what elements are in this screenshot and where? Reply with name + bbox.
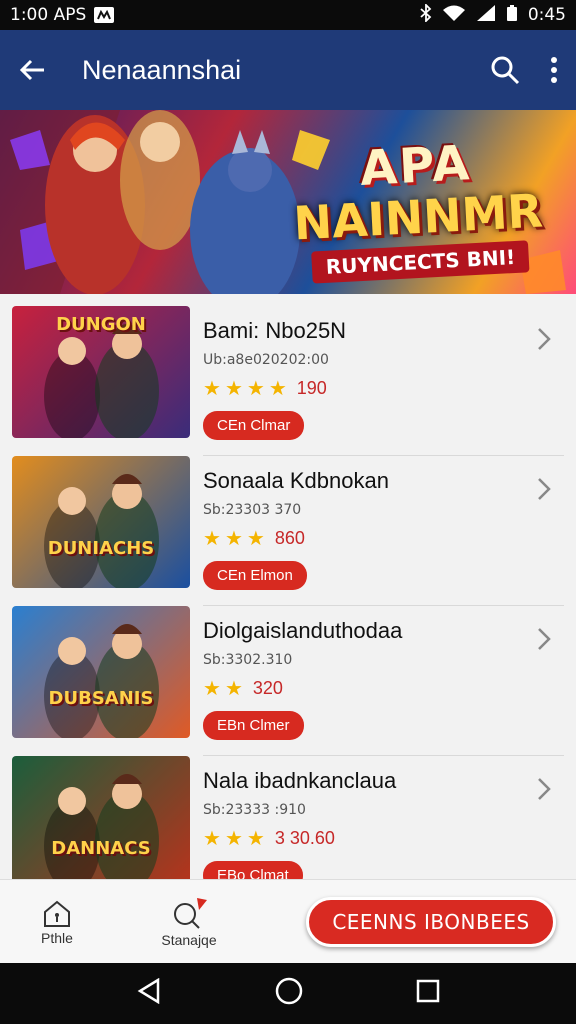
item-cta-button[interactable]: CEn Elmon [203, 561, 307, 590]
tab-profile-label: Pthle [41, 929, 73, 946]
star-filled-icon: ★ [203, 378, 221, 400]
status-time-left: 1:00 APS [10, 5, 87, 25]
more-options-icon[interactable] [550, 57, 558, 83]
game-art [44, 474, 159, 588]
star-filled-icon: ★ [246, 528, 265, 550]
chevron-right-icon[interactable] [536, 776, 552, 807]
item-subtitle: Sb:23303 370 [203, 502, 302, 518]
game-thumbnail[interactable]: DUNIACHS [12, 456, 190, 588]
item-info: Sonaala Kdbnokan Sb:23303 370 ★ ★ ★ 860 CE… [203, 456, 564, 606]
search-icon[interactable] [490, 55, 520, 85]
game-art [44, 624, 159, 738]
page-title: Nenaannshai [82, 54, 242, 85]
star-filled-icon: ★ [224, 528, 243, 550]
home-icon [44, 900, 70, 927]
system-nav-bar [0, 963, 576, 1024]
tab-search[interactable]: Stanajqe [144, 896, 234, 948]
item-info: Bami: Nbo25N Ub:a8e020202:00 ★ ★ ★ ★ 190 CE… [203, 306, 564, 456]
chevron-right-icon[interactable] [536, 476, 552, 507]
item-rating: ★ ★ 320 [203, 676, 564, 701]
back-arrow-icon[interactable] [18, 58, 46, 82]
nav-home-icon[interactable] [275, 977, 303, 1010]
app-bar: Nenaannshai [0, 30, 576, 110]
thumb-title: DUBSANIS [48, 688, 154, 709]
rating-count: 190 [296, 378, 327, 398]
tab-profile[interactable]: Pthle [20, 898, 94, 946]
game-thumbnail[interactable]: DUNGON [12, 306, 190, 438]
chevron-right-icon[interactable] [536, 326, 552, 357]
status-bar: 1:00 APS 0:45 [0, 0, 576, 30]
star-filled-icon: ★ [268, 378, 287, 400]
list-item[interactable]: DANNACS Nala ibadnkanclaua Sb:23333 :910… [0, 756, 576, 879]
status-time-right: 0:45 [527, 5, 566, 25]
item-info: Nala ibadnkanclaua Sb:23333 :910 ★ ★ ★ 3 3… [203, 756, 564, 879]
item-name: Nala ibadnkanclaua [203, 768, 397, 793]
banner-title-line2: NAINNMR [291, 183, 544, 251]
rating-count: 3 30.60 [274, 828, 335, 848]
item-info: Diolgaislanduthodaa Sb:3302.310 ★ ★ 320 E… [203, 606, 564, 756]
star-filled-icon: ★ [224, 678, 243, 700]
thumb-title: DANNACS [51, 838, 151, 859]
primary-action-button[interactable]: CEENNS IBONBEES [306, 896, 556, 947]
tab-search-label: Stanajqe [161, 931, 217, 948]
list-item[interactable]: DUNIACHS Sonaala Kdbnokan Sb:23303 370 ★… [0, 456, 576, 606]
star-filled-icon: ★ [246, 378, 265, 400]
item-name: Bami: Nbo25N [203, 318, 347, 343]
nav-back-icon[interactable] [136, 977, 162, 1009]
bottom-bar: Pthle Stanajqe CEENNS IBONBEES [0, 879, 576, 963]
item-rating: ★ ★ ★ ★ 190 [203, 376, 564, 401]
notification-icon [94, 7, 115, 23]
nav-recents-icon[interactable] [416, 979, 440, 1008]
item-rating: ★ ★ ★ 3 30.60 [203, 826, 564, 851]
item-subtitle: Ub:a8e020202:00 [203, 352, 329, 368]
item-cta-button[interactable]: CEn Clmar [203, 411, 305, 440]
item-cta-button[interactable]: EBo Clmat [203, 861, 303, 879]
thumb-title: DUNGON [56, 314, 146, 335]
item-subtitle: Sb:23333 :910 [203, 802, 306, 818]
bluetooth-icon [420, 2, 432, 27]
item-name: Sonaala Kdbnokan [203, 468, 389, 493]
star-filled-icon: ★ [224, 378, 243, 400]
rating-count: 860 [274, 528, 305, 548]
game-art [44, 774, 159, 879]
item-name: Diolgaislanduthodaa [203, 618, 403, 643]
search-alert-icon [174, 897, 207, 929]
list-item[interactable]: DUNGON Bami: Nbo25N Ub:a8e020202:00 ★ ★ ★ ★… [0, 306, 576, 456]
game-list: DUNGON Bami: Nbo25N Ub:a8e020202:00 ★ ★ ★ ★… [0, 294, 576, 879]
star-filled-icon: ★ [224, 828, 243, 850]
banner-title: APA NAINNMR RUYNCECTS BNI! [289, 132, 545, 285]
star-filled-icon: ★ [246, 828, 265, 850]
promo-banner[interactable]: APA NAINNMR RUYNCECTS BNI! [0, 110, 576, 294]
game-thumbnail[interactable]: DUBSANIS [12, 606, 190, 738]
thumb-title: DUNIACHS [47, 538, 155, 559]
star-filled-icon: ★ [203, 828, 221, 850]
item-cta-button[interactable]: EBn Clmer [203, 711, 304, 740]
chevron-right-icon[interactable] [536, 626, 552, 657]
game-thumbnail[interactable]: DANNACS [12, 756, 190, 879]
star-filled-icon: ★ [203, 678, 221, 700]
star-filled-icon: ★ [203, 528, 221, 550]
battery-icon [506, 4, 518, 27]
signal-icon [476, 4, 496, 27]
wifi-icon [442, 4, 466, 27]
item-subtitle: Sb:3302.310 [203, 652, 293, 668]
list-item[interactable]: DUBSANIS Diolgaislanduthodaa Sb:3302.310… [0, 606, 576, 756]
rating-count: 320 [252, 678, 283, 698]
item-rating: ★ ★ ★ 860 [203, 526, 564, 551]
